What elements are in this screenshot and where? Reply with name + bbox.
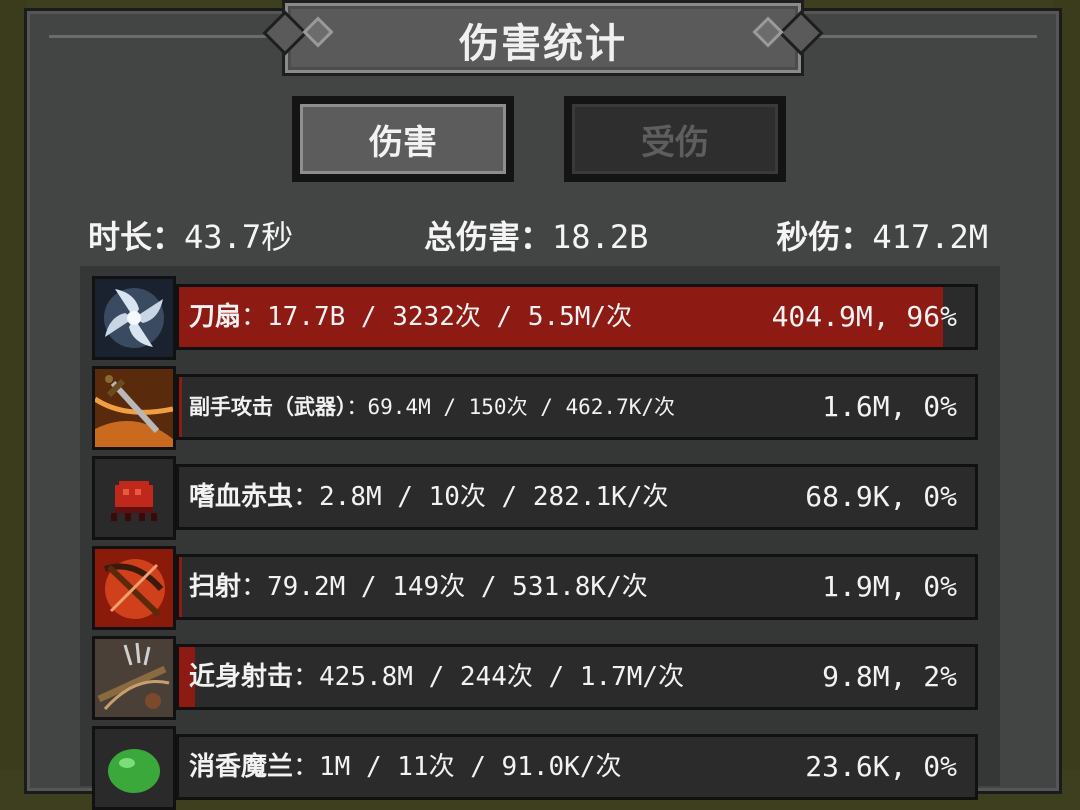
damage-row[interactable]: 副手攻击（武器）：69.4M / 150次 / 462.7K/次 1.6M, 0… [92,366,980,450]
damage-bar-fill [179,377,183,437]
row-label: 刀扇：17.7B / 3232次 / 5.5M/次 [189,287,632,347]
stat-duration: 时长：43.7秒 [88,212,293,258]
damage-row[interactable]: 嗜血赤虫：2.8M / 10次 / 282.1K/次 68.9K, 0% [92,456,980,540]
damage-bar: 扫射：79.2M / 149次 / 531.8K/次 1.9M, 0% [176,554,978,620]
diamond-ornament-icon [752,16,784,48]
skill-detail: ：79.2M / 149次 / 531.8K/次 [241,572,648,602]
offhand-sword-icon [92,366,176,450]
row-label: 嗜血赤虫：2.8M / 10次 / 282.1K/次 [189,467,668,527]
row-value: 1.9M, 0% [822,570,957,603]
damage-bar: 嗜血赤虫：2.8M / 10次 / 282.1K/次 68.9K, 0% [176,464,978,530]
stat-duration-value: 43.7秒 [184,218,294,256]
stat-duration-label: 时长： [88,218,185,256]
background-left [0,0,26,770]
diamond-ornament-icon [302,16,334,48]
skill-detail: ：69.4M / 150次 / 462.7K/次 [346,395,676,419]
damage-row[interactable]: 刀扇：17.7B / 3232次 / 5.5M/次 404.9M, 96% [92,276,980,360]
skill-detail: ：1M / 11次 / 91.0K/次 [293,752,622,782]
tab-damage-taken[interactable]: 受伤 [564,96,786,182]
skill-name: 嗜血赤虫 [189,482,294,512]
stat-total-damage: 总伤害：18.2B [424,212,648,258]
summary-stats: 时长：43.7秒 总伤害：18.2B 秒伤：417.2M [88,212,988,256]
skill-name: 刀扇 [189,302,242,332]
row-label: 副手攻击（武器）：69.4M / 150次 / 462.7K/次 [189,377,675,437]
point-blank-shot-icon [92,636,176,720]
stat-total-label: 总伤害： [424,218,553,256]
damage-row[interactable]: 近身射击：425.8M / 244次 / 1.7M/次 9.8M, 2% [92,636,980,720]
row-label: 扫射：79.2M / 149次 / 531.8K/次 [189,557,648,617]
skill-detail: ：425.8M / 244次 / 1.7M/次 [293,662,685,692]
row-value: 68.9K, 0% [805,480,957,513]
skill-detail: ：2.8M / 10次 / 282.1K/次 [293,482,669,512]
damage-list[interactable]: 刀扇：17.7B / 3232次 / 5.5M/次 404.9M, 96% 副手… [80,266,1000,810]
damage-bar: 刀扇：17.7B / 3232次 / 5.5M/次 404.9M, 96% [176,284,978,350]
stat-total-value: 18.2B [552,218,649,256]
row-value: 23.6K, 0% [805,750,957,783]
title-plate: 伤害统计 [262,0,824,76]
red-bug-icon [92,456,176,540]
row-value: 9.8M, 2% [822,660,957,693]
row-label: 近身射击：425.8M / 244次 / 1.7M/次 [189,647,684,707]
row-label: 消香魔兰：1M / 11次 / 91.0K/次 [189,737,621,797]
skill-name: 近身射击 [189,662,294,692]
row-value: 1.6M, 0% [822,390,957,423]
blade-fan-icon [92,276,176,360]
green-slime-icon [92,726,176,810]
damage-bar: 副手攻击（武器）：69.4M / 150次 / 462.7K/次 1.6M, 0… [176,374,978,440]
stat-dps-value: 417.2M [872,218,988,256]
crossbow-icon [92,546,176,630]
row-value: 404.9M, 96% [771,300,957,333]
damage-bar-fill [179,557,183,617]
damage-bar: 消香魔兰：1M / 11次 / 91.0K/次 23.6K, 0% [176,734,978,800]
panel-title: 伤害统计 [459,21,627,67]
damage-row[interactable]: 扫射：79.2M / 149次 / 531.8K/次 1.9M, 0% [92,546,980,630]
stat-dps-label: 秒伤： [776,218,873,256]
skill-name: 消香魔兰 [189,752,294,782]
skill-detail: ：17.7B / 3232次 / 5.5M/次 [241,302,633,332]
tab-damage[interactable]: 伤害 [292,96,514,182]
damage-row[interactable]: 消香魔兰：1M / 11次 / 91.0K/次 23.6K, 0% [92,726,980,810]
skill-name: 副手攻击（武器） [189,395,347,419]
stat-dps: 秒伤：417.2M [776,212,988,258]
damage-bar: 近身射击：425.8M / 244次 / 1.7M/次 9.8M, 2% [176,644,978,710]
skill-name: 扫射 [189,572,242,602]
